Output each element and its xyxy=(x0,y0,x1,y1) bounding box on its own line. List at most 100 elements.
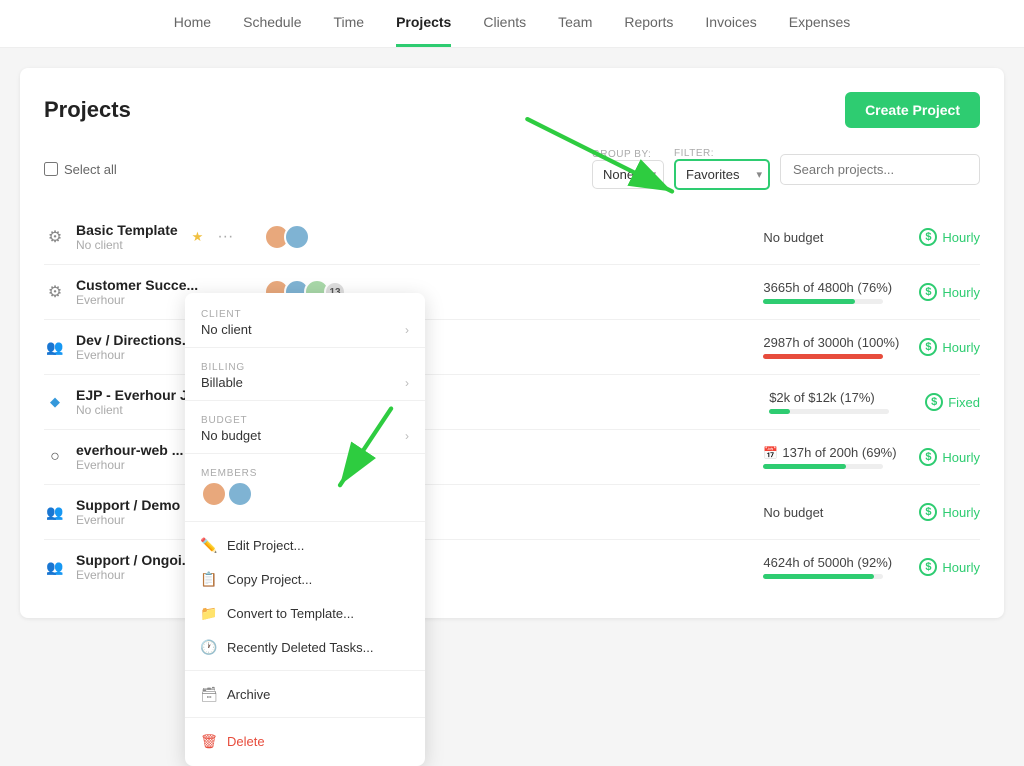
ctx-divider xyxy=(185,400,425,401)
project-icon: 👥 xyxy=(44,501,66,523)
more-options-button[interactable]: ··· xyxy=(217,228,233,246)
ctx-billing-value[interactable]: Billable › xyxy=(201,375,409,390)
billing-type: Fixed xyxy=(948,395,980,410)
project-icon: ○ xyxy=(44,446,66,468)
edit-project-item[interactable]: ✏️ Edit Project... xyxy=(185,528,425,562)
billing-icon: $ xyxy=(919,338,937,356)
recently-deleted-label: Recently Deleted Tasks... xyxy=(227,640,373,655)
project-icon: ⚙ xyxy=(44,281,66,303)
copy-project-item[interactable]: 📋 Copy Project... xyxy=(185,562,425,596)
nav-clients[interactable]: Clients xyxy=(483,14,526,47)
nav-projects[interactable]: Projects xyxy=(396,14,451,47)
archive-icon: 🗃 xyxy=(201,686,217,702)
project-client: No client xyxy=(76,403,199,417)
group-by-select[interactable]: None xyxy=(592,160,664,189)
project-icon: 👥 xyxy=(44,336,66,358)
avatar xyxy=(227,481,253,507)
ctx-client-value[interactable]: No client › xyxy=(201,322,409,337)
search-input[interactable] xyxy=(780,154,980,185)
copy-icon: 📋 xyxy=(201,571,217,587)
filter-filter: FILTER: Favorites xyxy=(674,148,770,190)
trash-icon: 🗑 xyxy=(201,733,217,749)
budget-text: 📅 137h of 200h (69%) xyxy=(763,445,903,460)
project-name: Support / Ongoi... xyxy=(76,552,193,568)
ctx-divider xyxy=(185,670,425,671)
project-name: Dev / Directions... xyxy=(76,332,193,348)
project-name: EJP - Everhour J... xyxy=(76,387,199,403)
context-menu: CLIENT No client › BILLING Billable › BU… xyxy=(185,293,425,766)
billing-col: $ Fixed xyxy=(925,393,980,411)
archive-item[interactable]: 🗃 Archive xyxy=(185,677,425,711)
project-name: Support / Demo ... xyxy=(76,497,196,513)
avatar xyxy=(284,224,310,250)
project-client: No client xyxy=(76,238,178,252)
convert-icon: 📁 xyxy=(201,605,217,621)
nav-time[interactable]: Time xyxy=(334,14,365,47)
group-by-filter: GROUP BY: None xyxy=(592,149,664,189)
budget-text: No budget xyxy=(763,505,903,520)
select-all-label: Select all xyxy=(64,162,117,177)
billing-col: $ Hourly xyxy=(919,558,980,576)
ctx-budget-value[interactable]: No budget › xyxy=(201,428,409,443)
budget-bar xyxy=(763,299,854,304)
billing-icon: $ xyxy=(919,503,937,521)
recently-deleted-item[interactable]: 🕐 Recently Deleted Tasks... xyxy=(185,630,425,664)
nav-home[interactable]: Home xyxy=(174,14,211,47)
create-project-button[interactable]: Create Project xyxy=(845,92,980,128)
billing-col: $ Hourly xyxy=(919,448,980,466)
billing-icon: $ xyxy=(919,228,937,246)
main-content: Projects Create Project Select all GROUP… xyxy=(20,68,1004,618)
group-by-label: GROUP BY: xyxy=(592,149,664,160)
filter-group: GROUP BY: None FILTER: Favorites xyxy=(592,148,980,190)
project-name: Customer Succe... xyxy=(76,277,198,293)
chevron-right-icon: › xyxy=(405,323,409,337)
billing-icon: $ xyxy=(925,393,943,411)
ctx-billing-label: BILLING xyxy=(201,362,409,373)
top-nav: Home Schedule Time Projects Clients Team… xyxy=(0,0,1024,48)
nav-team[interactable]: Team xyxy=(558,14,592,47)
ctx-divider xyxy=(185,453,425,454)
project-client: Everhour xyxy=(76,293,198,307)
delete-label: Delete xyxy=(227,734,265,749)
edit-project-label: Edit Project... xyxy=(227,538,304,553)
ctx-divider xyxy=(185,717,425,718)
budget-text: 2987h of 3000h (100%) xyxy=(763,335,903,350)
billing-col: $ Hourly xyxy=(919,283,980,301)
ctx-members-label: MEMBERS xyxy=(201,468,409,479)
filter-select[interactable]: Favorites xyxy=(674,159,770,190)
filter-row: Select all GROUP BY: None FILTER: Favori… xyxy=(44,148,980,190)
chevron-right-icon: › xyxy=(405,376,409,390)
budget-text: No budget xyxy=(763,230,903,245)
delete-item[interactable]: 🗑 Delete xyxy=(185,724,425,758)
archive-label: Archive xyxy=(227,687,270,702)
nav-expenses[interactable]: Expenses xyxy=(789,14,850,47)
nav-reports[interactable]: Reports xyxy=(624,14,673,47)
filter-label: FILTER: xyxy=(674,148,770,159)
project-client: Everhour xyxy=(76,568,193,582)
project-icon: 👥 xyxy=(44,556,66,578)
history-icon: 🕐 xyxy=(201,639,217,655)
convert-template-item[interactable]: 📁 Convert to Template... xyxy=(185,596,425,630)
billing-type: Hourly xyxy=(942,230,980,245)
ctx-divider xyxy=(185,521,425,522)
budget-bar-wrap xyxy=(763,354,883,359)
convert-template-label: Convert to Template... xyxy=(227,606,354,621)
billing-col: $ Hourly xyxy=(919,228,980,246)
budget-text: 3665h of 4800h (76%) xyxy=(763,280,903,295)
project-icon: ⚙ xyxy=(44,226,66,248)
nav-invoices[interactable]: Invoices xyxy=(705,14,756,47)
budget-bar xyxy=(769,409,789,414)
billing-col: $ Hourly xyxy=(919,503,980,521)
billing-icon: $ xyxy=(919,448,937,466)
budget-text: 4624h of 5000h (92%) xyxy=(763,555,903,570)
table-row: ⚙ Basic Template No client ★ ··· No budg… xyxy=(44,210,980,265)
billing-type: Hourly xyxy=(942,285,980,300)
nav-schedule[interactable]: Schedule xyxy=(243,14,301,47)
project-client: Everhour xyxy=(76,458,183,472)
avatar xyxy=(201,481,227,507)
select-all-checkbox[interactable] xyxy=(44,162,58,176)
budget-bar xyxy=(763,464,846,469)
star-icon[interactable]: ★ xyxy=(192,229,204,245)
page-title: Projects xyxy=(44,97,131,123)
project-icon: ◆ xyxy=(44,391,66,413)
